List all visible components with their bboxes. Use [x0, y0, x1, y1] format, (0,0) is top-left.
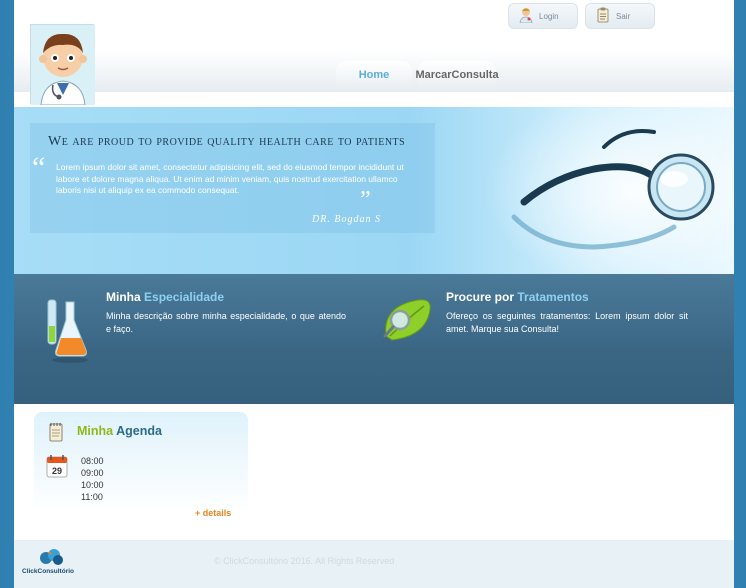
tab-home-label: Home — [358, 69, 390, 81]
agenda-panel: Minha Agenda 29 08:00 09:00 10:00 11:00 … — [34, 412, 248, 524]
calendar-day: 29 — [52, 466, 62, 476]
stethoscope-image — [484, 107, 734, 274]
feature-specialty-text: Minha descrição sobre minha especialidad… — [106, 311, 346, 334]
feature-treatments-text: Ofereço os seguintes tratamentos: Lorem … — [446, 311, 688, 334]
tab-marcar-consulta[interactable]: MarcarConsulta — [415, 61, 499, 89]
hero-title: We are proud to provide quality health c… — [48, 134, 406, 149]
agenda-title: Minha Agenda — [77, 424, 162, 438]
user-doctor-icon — [519, 7, 533, 25]
agenda-time-item[interactable]: 08:00 — [81, 455, 104, 467]
logout-button[interactable]: Sair — [585, 3, 655, 29]
close-quote-icon: ” — [360, 187, 371, 213]
brand-name: ClickConsultório — [22, 568, 75, 575]
header: Login Sair Home MarcarConsulta — [14, 0, 734, 106]
logout-label: Sair — [616, 11, 631, 21]
notepad-icon — [48, 422, 64, 447]
login-button[interactable]: Login — [508, 3, 578, 29]
doctor-avatar[interactable] — [30, 24, 95, 106]
details-link[interactable]: + details — [195, 508, 231, 518]
agenda-title-rest: Agenda — [116, 424, 162, 438]
agenda-title-prefix: Minha — [77, 424, 114, 438]
tab-home[interactable]: Home — [336, 61, 412, 89]
agenda-time-item[interactable]: 10:00 — [81, 479, 104, 491]
hero-signature: DR. Bogdan S — [312, 214, 381, 225]
feature-treatments-title: Procure por Tratamentos — [446, 290, 589, 304]
flask-icon — [44, 294, 90, 369]
clipboard-icon — [596, 7, 610, 25]
features-band: Minha Especialidade Minha descrição sobr… — [14, 274, 734, 404]
feature-specialty-title: Minha Especialidade — [106, 290, 224, 304]
feature-treatments-title-prefix: Procure por — [446, 290, 515, 304]
copyright-text: © ClickConsultório 2016. All Rights Rese… — [214, 556, 395, 566]
calendar-icon: 29 — [46, 454, 68, 483]
feature-specialty-title-prefix: Minha — [106, 290, 141, 304]
agenda-time-item[interactable]: 09:00 — [81, 467, 104, 479]
footer: ClickConsultório © ClickConsultório 2016… — [14, 540, 734, 588]
feature-treatments-title-highlight: Tratamentos — [517, 290, 589, 304]
page: Login Sair Home MarcarConsulta We are pr… — [14, 0, 734, 588]
agenda-time-item[interactable]: 11:00 — [81, 491, 104, 503]
open-quote-icon: “ — [32, 151, 46, 184]
tab-marcar-consulta-label: MarcarConsulta — [415, 69, 499, 81]
login-label: Login — [539, 11, 559, 21]
hero-banner: We are proud to provide quality health c… — [14, 107, 734, 274]
leaf-magnifier-icon — [378, 296, 434, 351]
feature-specialty-title-highlight: Especialidade — [144, 290, 225, 304]
doctor-avatar-icon — [31, 25, 95, 106]
agenda-times: 08:00 09:00 10:00 11:00 — [81, 455, 104, 503]
